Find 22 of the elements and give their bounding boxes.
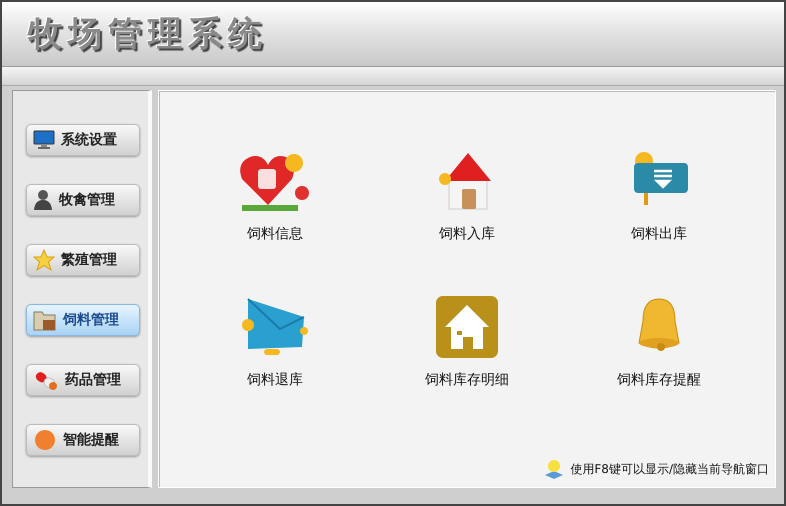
monitor-icon [33,130,55,150]
star-icon [33,249,55,271]
sidebar-item[interactable]: 饲料管理 [26,304,140,336]
avatar-icon [33,429,57,451]
app-title: 牧场管理系统 [28,13,268,56]
feature-link[interactable]: 饲料退库 [247,371,303,389]
lightbulb-icon [544,459,564,479]
sidebar-item[interactable]: 牧禽管理 [26,184,140,216]
feature-link[interactable]: 饲料信息 [247,225,303,243]
sidebar-item[interactable]: 药品管理 [26,364,140,396]
sidebar-item[interactable]: 智能提醒 [26,424,140,456]
folder-icon [33,309,57,331]
hint-text: 使用F8键可以显示/隐藏当前导航窗口 [570,460,769,478]
sidebar-item[interactable]: 系统设置 [26,124,140,156]
feature-link[interactable]: 饲料出库 [631,225,687,243]
person-icon [33,189,53,211]
capsule-icon [33,369,59,391]
feature-link[interactable]: 饲料库存明细 [425,371,509,389]
sidebar-item[interactable]: 繁殖管理 [26,244,140,276]
feature-link[interactable]: 饲料库存提醒 [617,371,701,389]
house-tile-icon [435,295,499,359]
feature-link[interactable]: 饲料入库 [439,225,495,243]
